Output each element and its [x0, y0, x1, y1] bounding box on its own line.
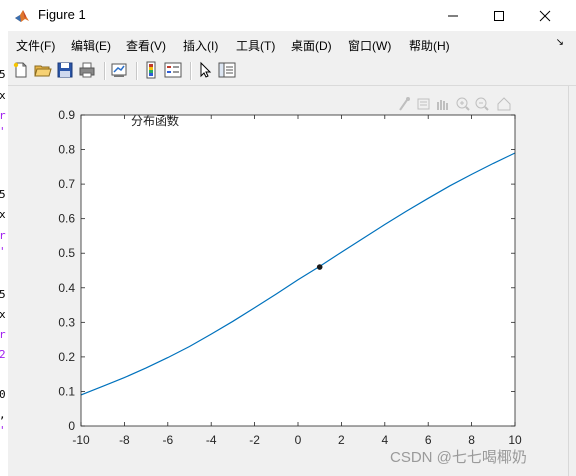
menu-insert[interactable]: 插入(I): [183, 37, 218, 54]
window-edge: [568, 86, 576, 476]
toolbar-separator: [190, 62, 192, 80]
menu-window[interactable]: 窗口(W): [348, 37, 391, 54]
pan-hand-icon[interactable]: [437, 100, 448, 110]
menu-dock-arrow-icon[interactable]: ↘: [556, 37, 564, 48]
code-fragment: 5: [0, 288, 6, 301]
code-fragment: r: [0, 229, 6, 242]
menu-tools[interactable]: 工具(T): [236, 37, 275, 54]
watermark: CSDN @七七喝椰奶: [390, 449, 527, 466]
edit-plot-arrow-icon[interactable]: [196, 61, 214, 79]
code-fragment: x: [0, 308, 6, 321]
data-tips-icon[interactable]: [417, 98, 430, 110]
property-inspector-icon[interactable]: [218, 61, 236, 79]
title-bar[interactable]: Figure 1: [8, 0, 576, 31]
zoom-out-icon[interactable]: [475, 97, 489, 111]
code-fragment: ,: [0, 408, 6, 421]
minimize-icon: [448, 15, 458, 16]
code-fragment: ': [0, 125, 6, 138]
background-code-strip: 5 x r ' 5 x r ' 5 x r 2 0 , ': [0, 0, 8, 476]
home-icon[interactable]: [497, 97, 511, 111]
menu-file[interactable]: 文件(F): [16, 37, 55, 54]
code-fragment: 2: [0, 348, 6, 361]
new-figure-icon[interactable]: [12, 61, 30, 79]
code-fragment: r: [0, 109, 6, 122]
insert-colorbar-icon[interactable]: [142, 61, 160, 79]
code-fragment: ': [0, 245, 6, 258]
insert-legend-icon[interactable]: [164, 61, 182, 79]
figure-canvas: [8, 86, 568, 476]
axes-toolbar[interactable]: [398, 96, 516, 112]
code-fragment: 0: [0, 388, 6, 401]
code-fragment: ': [0, 424, 6, 437]
maximize-icon: [494, 10, 504, 21]
menu-bar: 文件(F) 编辑(E) 查看(V) 插入(I) 工具(T) 桌面(D) 窗口(W…: [8, 31, 576, 57]
menu-desktop[interactable]: 桌面(D): [291, 37, 332, 54]
print-icon[interactable]: [78, 61, 96, 79]
link-plot-icon[interactable]: [110, 61, 128, 79]
matlab-icon: [15, 10, 29, 22]
menu-view[interactable]: 查看(V): [126, 37, 166, 54]
close-icon: [539, 10, 551, 21]
toolbar-separator: [104, 62, 106, 80]
code-fragment: x: [0, 89, 6, 102]
menu-edit[interactable]: 编辑(E): [71, 37, 111, 54]
save-icon[interactable]: [56, 61, 74, 79]
window-title: Figure 1: [38, 7, 86, 22]
brush-icon[interactable]: [399, 97, 410, 111]
minimize-button[interactable]: [430, 0, 476, 31]
figure-toolbar: [8, 57, 576, 86]
close-button[interactable]: [522, 0, 568, 31]
code-fragment: r: [0, 328, 6, 341]
maximize-button[interactable]: [476, 0, 522, 31]
toolbar-separator: [136, 62, 138, 80]
open-file-icon[interactable]: [34, 61, 52, 79]
zoom-in-icon[interactable]: [456, 97, 470, 111]
code-fragment: x: [0, 208, 6, 221]
code-fragment: 5: [0, 68, 6, 81]
menu-help[interactable]: 帮助(H): [409, 37, 450, 54]
code-fragment: 5: [0, 188, 6, 201]
